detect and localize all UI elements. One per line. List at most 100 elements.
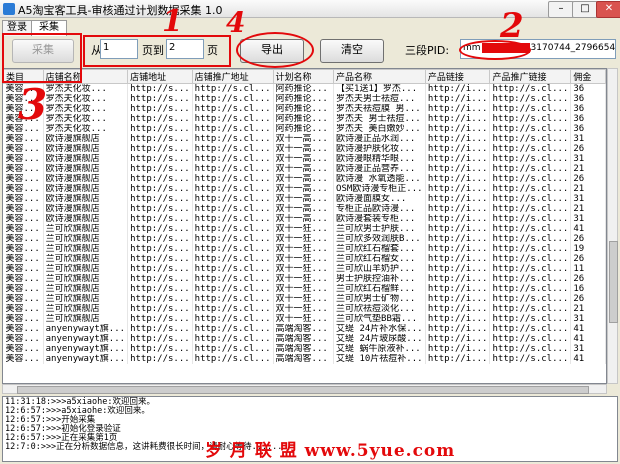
table-cell: http://i... <box>425 294 491 304</box>
column-header[interactable]: 产品链接 <box>424 69 491 84</box>
table-row[interactable]: 美容... 欧诗漫旗舰店 http://s... http://s.cl... 双十一高… <box>3 194 606 204</box>
horizontal-scrollbar[interactable] <box>2 384 607 394</box>
clear-button[interactable]: 清空 <box>320 39 384 63</box>
vertical-scrollbar[interactable] <box>607 68 618 384</box>
table-cell: 双十一狂... <box>273 254 335 264</box>
table-cell: http://s... <box>127 114 193 124</box>
table-row[interactable]: 美容... 罗杰夫化妆... http://s... http://s.cl... 阿药… <box>3 104 606 114</box>
table-cell: http://s... <box>127 124 193 134</box>
table-row[interactable]: 美容... anyenywayt旗... http://s... http://s.c… <box>3 334 606 344</box>
table-cell: 双十一高... <box>273 164 335 174</box>
table-cell: http://i... <box>425 204 491 214</box>
table-row[interactable]: 美容... 欧诗漫旗舰店 http://s... http://s.cl... 双十一高… <box>3 204 606 214</box>
table-row[interactable]: 美容... 欧诗漫旗舰店 http://s... http://s.cl... 双十一高… <box>3 214 606 224</box>
table-cell: 双十一狂... <box>273 224 335 234</box>
table-cell: http://s... <box>127 274 193 284</box>
vertical-scroll-thumb[interactable] <box>609 241 618 323</box>
table-cell: 36 <box>570 83 606 94</box>
table-cell: http://i... <box>425 174 491 184</box>
table-cell: 双十一狂... <box>273 234 335 244</box>
table-cell: 36 <box>570 114 606 124</box>
table-cell: 36 <box>570 94 606 104</box>
minimize-button[interactable]: – <box>548 1 574 18</box>
table-cell: http://s... <box>127 294 193 304</box>
table-cell: http://s... <box>127 254 193 264</box>
table-cell: http://s.cl... <box>489 294 572 304</box>
table-cell: http://s.cl... <box>489 83 572 94</box>
table-cell: http://s.cl... <box>192 324 274 334</box>
table-row[interactable]: 美容... 兰可欣旗舰店 http://s... http://s.cl... 双十一狂… <box>3 244 606 254</box>
table-cell: 美容... <box>3 154 44 164</box>
column-header[interactable]: 店铺推广地址 <box>191 69 274 84</box>
table-row[interactable]: 美容... 欧诗漫旗舰店 http://s... http://s.cl... 双十一高… <box>3 164 606 174</box>
table-body: 美容... 罗杰夫化妆... http://s... http://s.cl... 阿药… <box>3 83 606 364</box>
table-cell: http://s... <box>127 324 193 334</box>
table-row[interactable]: 美容... 欧诗漫旗舰店 http://s... http://s.cl... 双十一高… <box>3 154 606 164</box>
table-cell: 双十一高... <box>273 194 335 204</box>
table-cell: http://s... <box>127 334 193 344</box>
column-header[interactable]: 计划名称 <box>272 69 335 84</box>
table-row[interactable]: 美容... 欧诗漫旗舰店 http://s... http://s.cl... 双十一高… <box>3 174 606 184</box>
table-row[interactable]: 美容... 兰可欣旗舰店 http://s... http://s.cl... 双十一狂… <box>3 284 606 294</box>
table-cell: http://s.cl... <box>192 224 274 234</box>
maximize-button[interactable]: □ <box>572 1 598 18</box>
table-row[interactable]: 美容... 欧诗漫旗舰店 http://s... http://s.cl... 双十一高… <box>3 134 606 144</box>
table-cell: http://s... <box>127 214 193 224</box>
table-row[interactable]: 美容... 罗杰夫化妆... http://s... http://s.cl... 阿药… <box>3 114 606 124</box>
annotation-circle-export <box>236 32 314 68</box>
table-row[interactable]: 美容... 兰可欣旗舰店 http://s... http://s.cl... 双十一狂… <box>3 294 606 304</box>
table-cell: 欧诗漫旗舰店 <box>43 174 129 184</box>
table-row[interactable]: 美容... anyenywayt旗... http://s... http://s.c… <box>3 354 606 364</box>
table-cell: http://s... <box>127 304 193 314</box>
table-row[interactable]: 美容... 罗杰夫化妆... http://s... http://s.cl... 阿药… <box>3 94 606 104</box>
table-cell: 31 <box>570 314 606 324</box>
table-cell: http://i... <box>425 224 491 234</box>
column-header[interactable]: 产品推广链接 <box>489 69 572 84</box>
table-row[interactable]: 美容... 兰可欣旗舰店 http://s... http://s.cl... 双十一狂… <box>3 274 606 284</box>
table-cell: 艾缇 24片玻尿酸... <box>333 334 426 344</box>
table-row[interactable]: 美容... anyenywayt旗... http://s... http://s.c… <box>3 324 606 334</box>
table-row[interactable]: 美容... 兰可欣旗舰店 http://s... http://s.cl... 双十一狂… <box>3 304 606 314</box>
table-cell: http://s.cl... <box>192 214 274 224</box>
table-cell: 21 <box>570 184 606 194</box>
table-cell: http://i... <box>425 214 491 224</box>
table-cell: http://s.cl... <box>489 214 572 224</box>
table-row[interactable]: 美容... anyenywayt旗... http://s... http://s.c… <box>3 344 606 354</box>
table-row[interactable]: 美容... 罗杰夫化妆... http://s... http://s.cl... 阿药… <box>3 83 606 94</box>
table-row[interactable]: 美容... 兰可欣旗舰店 http://s... http://s.cl... 双十一狂… <box>3 234 606 244</box>
table-cell: 41 <box>570 354 606 364</box>
table-cell: http://s.cl... <box>489 254 572 264</box>
table-cell: OSM欧诗漫专柜正... <box>333 184 426 194</box>
close-button[interactable]: ✕ <box>596 1 620 18</box>
table-cell: 兰可欣气垫BB霜... <box>333 314 426 324</box>
table-cell: 21 <box>570 164 606 174</box>
table-cell: http://s.cl... <box>489 354 572 364</box>
data-grid[interactable]: 类目 店铺名称 店铺地址 店铺推广地址 计划名称 产品名称 产品链接 产品推广链接 佣金 美容.… <box>2 68 607 384</box>
table-row[interactable]: 美容... 兰可欣旗舰店 http://s... http://s.cl... 双十一狂… <box>3 314 606 324</box>
column-header[interactable]: 产品名称 <box>333 69 426 84</box>
title-bar: A5淘宝客工具-审核通过计划数据采集 1.0 – □ ✕ <box>0 0 620 18</box>
table-row[interactable]: 美容... 欧诗漫旗舰店 http://s... http://s.cl... 双十一高… <box>3 144 606 154</box>
table-row[interactable]: 美容... 罗杰夫化妆... http://s... http://s.cl... 阿药… <box>3 124 606 134</box>
table-cell: 罗杰夫祛痘膜 男... <box>333 104 426 114</box>
table-row[interactable]: 美容... 欧诗漫旗舰店 http://s... http://s.cl... 双十一高… <box>3 184 606 194</box>
table-cell: http://s... <box>127 174 193 184</box>
table-cell: http://s.cl... <box>489 174 572 184</box>
table-cell: http://s.cl... <box>489 234 572 244</box>
table-cell: 兰可欣红石榴套... <box>333 244 426 254</box>
table-row[interactable]: 美容... 兰可欣旗舰店 http://s... http://s.cl... 双十一狂… <box>3 224 606 234</box>
column-header[interactable]: 店铺地址 <box>127 69 193 84</box>
table-cell: http://s.cl... <box>192 354 274 364</box>
table-cell: http://s... <box>127 184 193 194</box>
horizontal-scroll-thumb[interactable] <box>17 386 589 394</box>
table-cell: http://i... <box>425 94 491 104</box>
table-cell: 11 <box>570 264 606 274</box>
table-cell: http://s.cl... <box>192 94 274 104</box>
table-row[interactable]: 美容... 兰可欣旗舰店 http://s... http://s.cl... 双十一狂… <box>3 264 606 274</box>
table-cell: http://s.cl... <box>192 334 274 344</box>
table-cell: http://s... <box>127 344 193 354</box>
column-header[interactable]: 佣金 <box>570 69 606 84</box>
table-cell: 兰可欣旗舰店 <box>43 294 129 304</box>
table-row[interactable]: 美容... 兰可欣旗舰店 http://s... http://s.cl... 双十一狂… <box>3 254 606 264</box>
log-line: 12:6:57:>>>a5xiaohe:欢迎回来。 <box>5 406 150 416</box>
